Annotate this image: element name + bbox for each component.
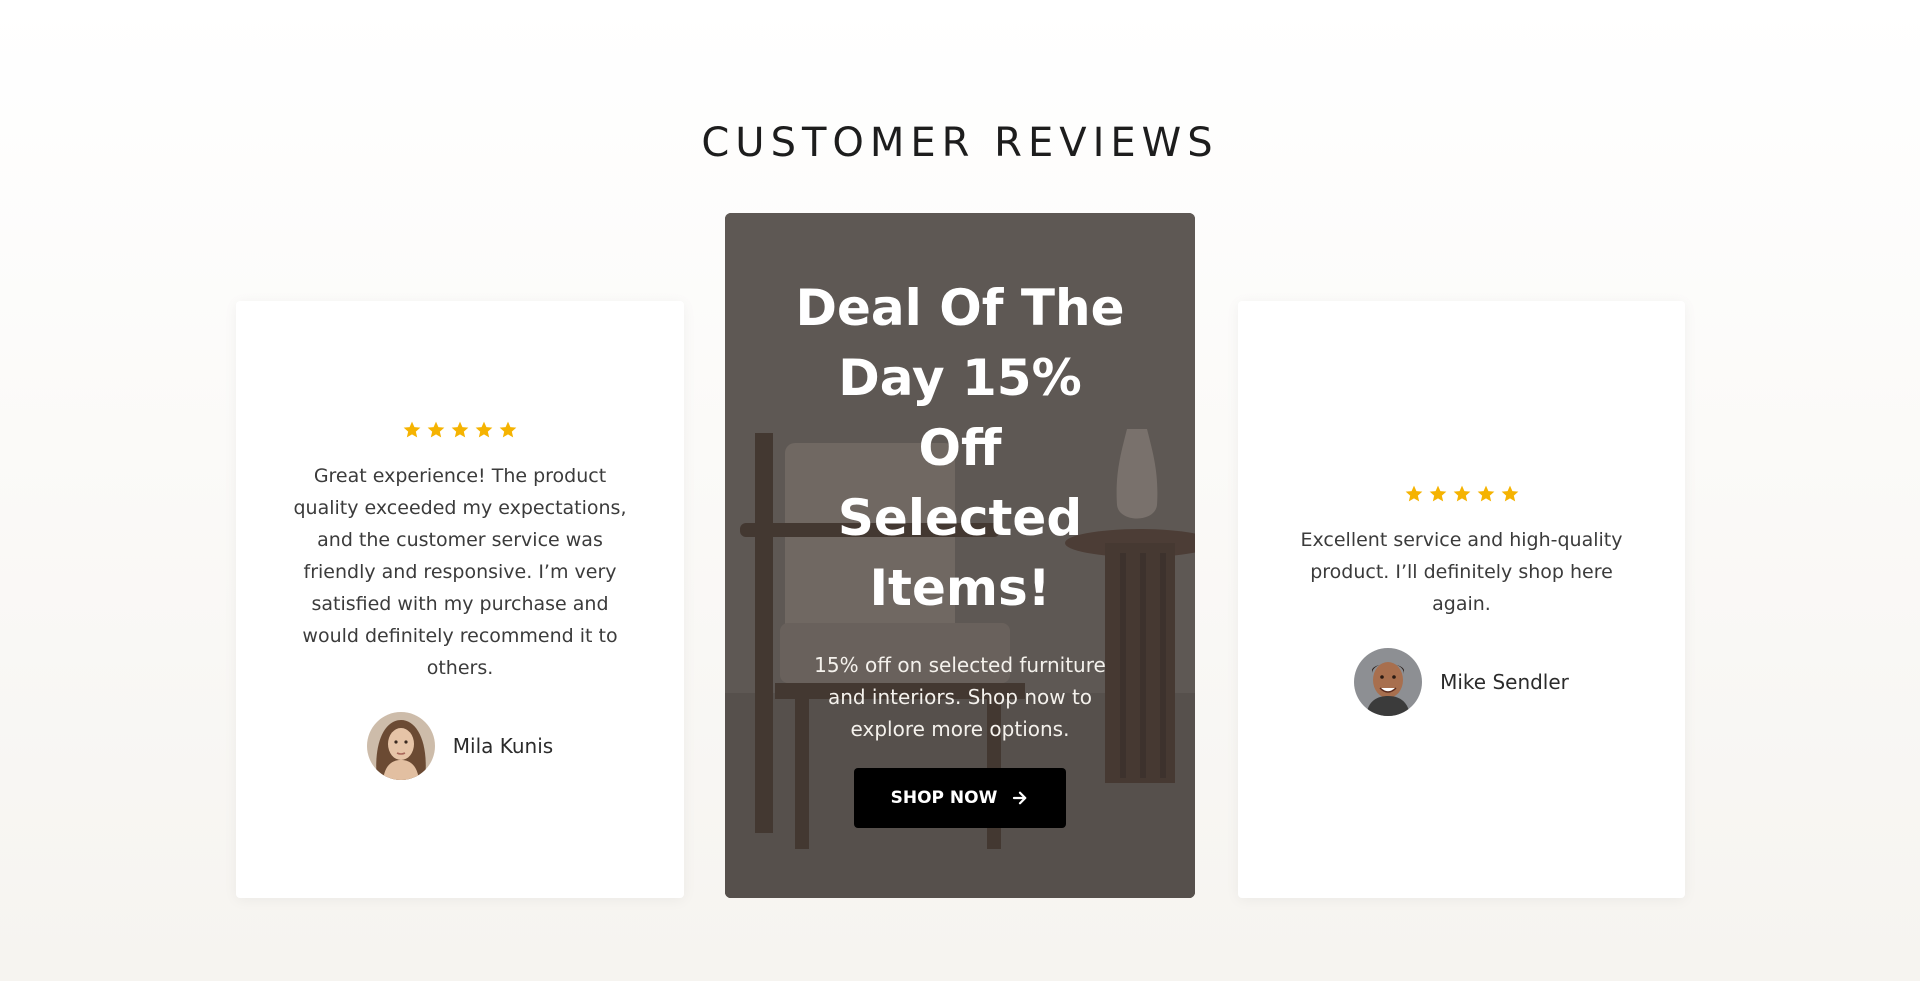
avatar-icon	[1354, 647, 1423, 716]
reviewer: Mike Sendler	[1354, 647, 1569, 716]
star-icon	[451, 421, 469, 437]
star-icon	[427, 421, 445, 437]
star-icon	[1405, 485, 1422, 501]
star-icon	[1477, 485, 1494, 501]
star-icon	[1429, 485, 1446, 501]
review-text: Great experience! The product quality ex…	[293, 464, 627, 679]
arrow-right-icon	[1013, 791, 1027, 805]
review-text: Excellent service and high-quality produ…	[1300, 528, 1623, 615]
customer-reviews-section: CUSTOMER REVIEWS Great experience! The p…	[0, 0, 1920, 981]
star-icon	[499, 421, 517, 437]
rating-stars	[402, 420, 518, 440]
star-icon	[403, 421, 421, 437]
avatar-icon	[366, 711, 435, 780]
shop-now-label: SHOP NOW	[890, 788, 998, 808]
shop-now-button[interactable]: SHOP NOW	[854, 768, 1066, 828]
promo-title: Deal Of The Day 15% Off Selected Items!	[795, 279, 1125, 617]
star-icon	[475, 421, 493, 437]
star-icon	[1453, 485, 1470, 501]
review-card-1: Great experience! The product quality ex…	[236, 301, 684, 898]
deal-of-the-day-card: Deal Of The Day 15% Off Selected Items! …	[725, 213, 1195, 898]
section-title: CUSTOMER REVIEWS	[701, 120, 1219, 166]
reviewer-name: Mike Sendler	[1440, 669, 1569, 694]
reviewer-name: Mila Kunis	[452, 733, 554, 758]
star-icon	[1501, 485, 1518, 501]
review-card-2: Excellent service and high-quality produ…	[1238, 301, 1685, 898]
reviewer: Mila Kunis	[366, 711, 554, 780]
rating-stars	[1404, 484, 1520, 504]
promo-text: 15% off on selected furniture and interi…	[814, 653, 1106, 741]
